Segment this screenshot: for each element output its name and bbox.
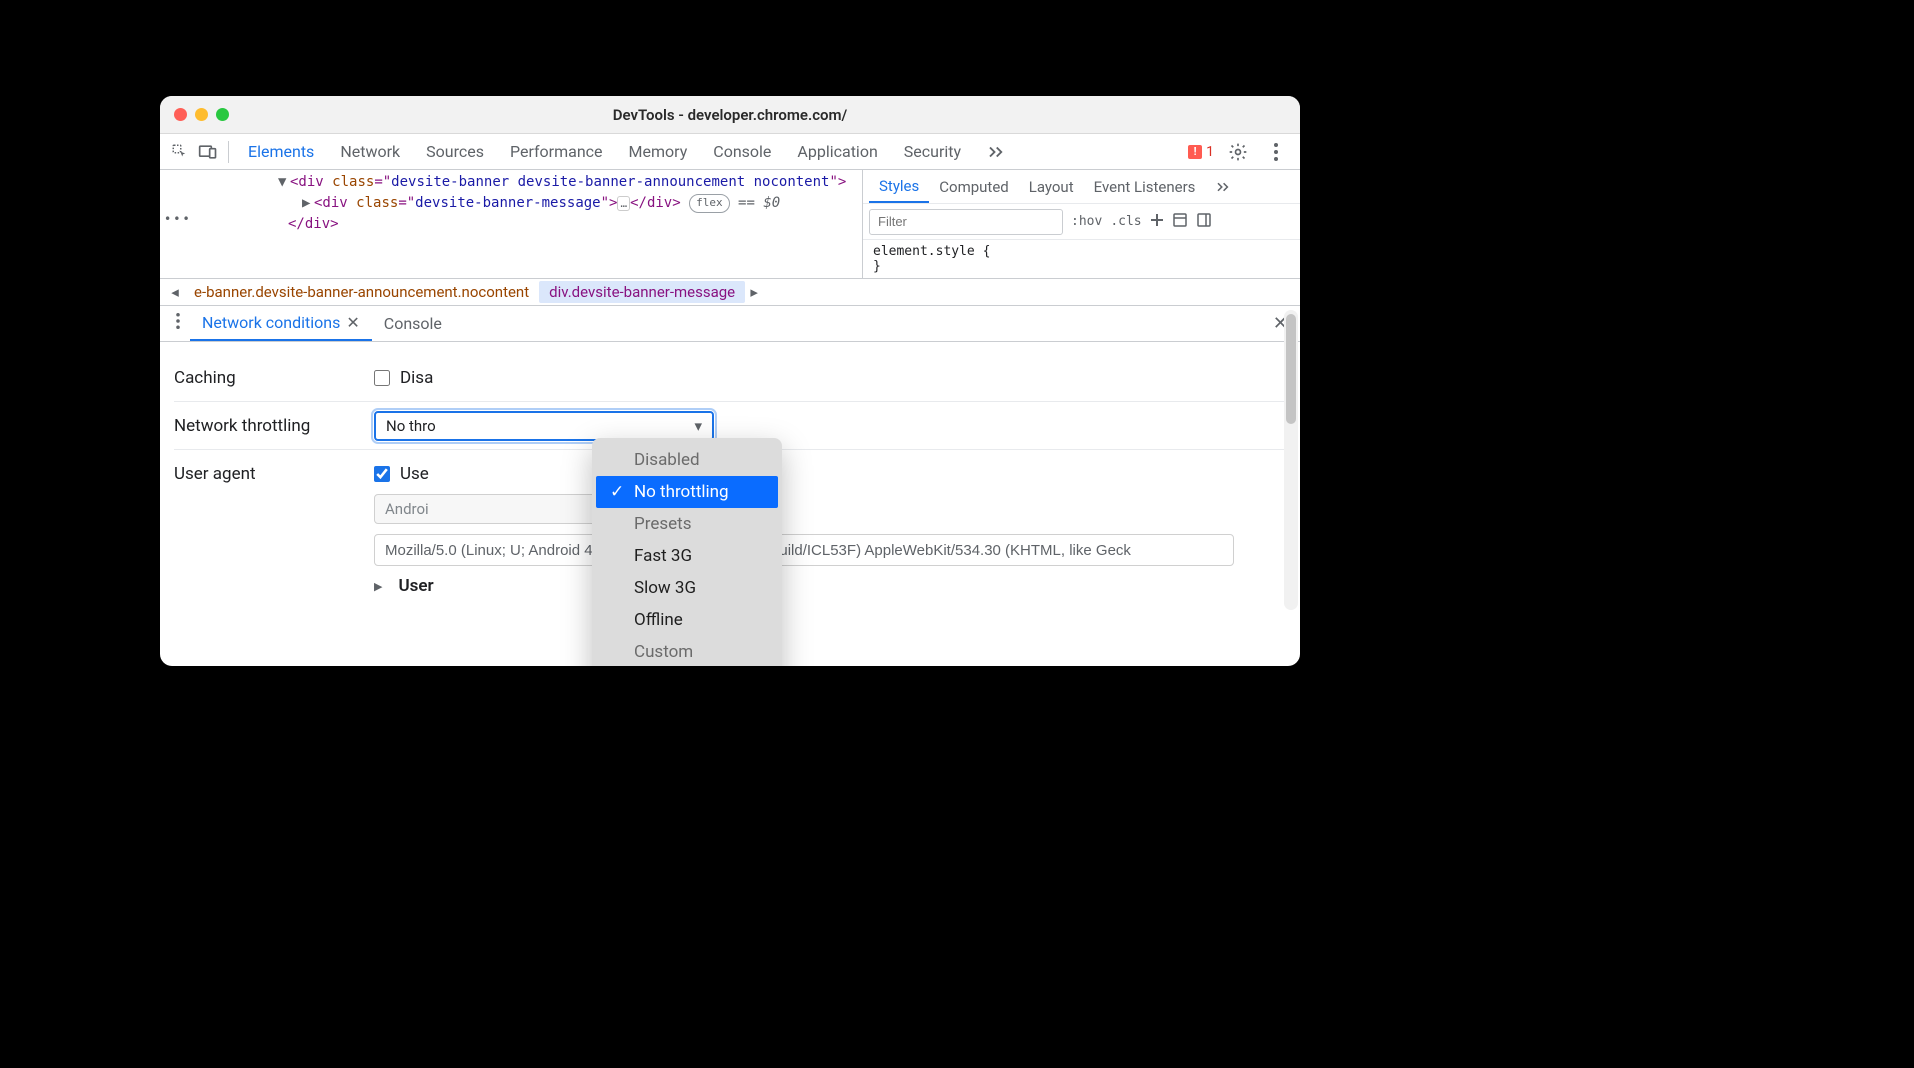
styles-rules[interactable]: element.style { } — [863, 240, 1300, 278]
drawer-tab-network-conditions[interactable]: Network conditions ✕ — [190, 306, 372, 341]
styles-tab-layout[interactable]: Layout — [1019, 170, 1084, 203]
tab-application[interactable]: Application — [784, 134, 890, 169]
styles-filter-input[interactable] — [869, 209, 1063, 235]
drawer-tab-console[interactable]: Console — [372, 306, 454, 341]
rule-close: } — [873, 259, 1290, 274]
drawer-tabs: Network conditions ✕ Console ✕ — [160, 306, 1300, 342]
toggle-sidebar-icon[interactable] — [1196, 212, 1212, 232]
styles-tabs-overflow-icon[interactable] — [1205, 170, 1241, 203]
dropdown-item-offline[interactable]: Offline — [592, 604, 782, 636]
main-panels: ••• ▼<div class="devsite-banner devsite-… — [160, 170, 1300, 278]
tab-sources[interactable]: Sources — [413, 134, 497, 169]
rule-open: element.style { — [873, 244, 1290, 259]
dropdown-item-no-throttling[interactable]: ✓ No throttling — [596, 476, 778, 508]
styles-tab-styles[interactable]: Styles — [869, 170, 929, 203]
throttling-label: Network throttling — [174, 416, 374, 436]
dropdown-header-custom: Custom — [592, 636, 782, 666]
scrollbar-thumb[interactable] — [1286, 314, 1296, 424]
tab-network[interactable]: Network — [327, 134, 413, 169]
window-maximize-button[interactable] — [216, 108, 229, 121]
drawer-scrollbar[interactable] — [1284, 310, 1298, 610]
hov-toggle[interactable]: :hov — [1071, 214, 1102, 229]
selected-line-marker: ••• — [164, 210, 192, 228]
client-hints-label[interactable]: User — [398, 576, 434, 596]
styles-filter-row: :hov .cls — [863, 204, 1300, 240]
flex-badge[interactable]: flex — [689, 194, 730, 213]
tab-memory[interactable]: Memory — [616, 134, 701, 169]
ua-preset-value-left: Androi — [385, 500, 439, 518]
caching-row: Caching Disa — [174, 354, 1286, 402]
cls-toggle[interactable]: .cls — [1110, 214, 1141, 229]
use-browser-default-checkbox[interactable] — [374, 466, 390, 482]
dropdown-item-label: No throttling — [634, 482, 729, 502]
window-close-button[interactable] — [174, 108, 187, 121]
new-style-rule-icon[interactable] — [1150, 213, 1164, 231]
elements-tree[interactable]: ••• ▼<div class="devsite-banner devsite-… — [160, 170, 862, 278]
use-browser-default-label: Use — [400, 464, 430, 484]
caching-label: Caching — [174, 368, 374, 388]
error-icon: ! — [1188, 145, 1202, 159]
selected-var: == $0 — [738, 195, 780, 211]
traffic-lights — [174, 108, 229, 121]
window-titlebar: DevTools - developer.chrome.com/ — [160, 96, 1300, 134]
main-tabs: Elements Network Sources Performance Mem… — [235, 134, 1018, 169]
settings-gear-icon[interactable] — [1224, 138, 1252, 166]
close-tab-icon[interactable]: ✕ — [346, 313, 359, 332]
tab-performance[interactable]: Performance — [497, 134, 616, 169]
disable-cache-checkbox[interactable] — [374, 370, 390, 386]
throttling-select[interactable]: No thro ▾ — [374, 411, 714, 441]
more-menu-icon[interactable] — [1262, 138, 1290, 166]
drawer-tab-label: Network conditions — [202, 313, 340, 332]
dropdown-header-disabled: Disabled — [592, 444, 782, 476]
dropdown-header-presets: Presets — [592, 508, 782, 540]
error-count: 1 — [1206, 144, 1214, 160]
computed-styles-icon[interactable] — [1172, 212, 1188, 232]
devtools-window: DevTools - developer.chrome.com/ Element… — [160, 96, 1300, 666]
devtools-toolbar: Elements Network Sources Performance Mem… — [160, 134, 1300, 170]
styles-tab-computed[interactable]: Computed — [929, 170, 1019, 203]
checkmark-icon: ✓ — [610, 482, 624, 502]
tabs-overflow-icon[interactable] — [974, 134, 1018, 169]
drawer-more-icon[interactable] — [166, 313, 190, 334]
code-line-1[interactable]: ▼<div class="devsite-banner devsite-bann… — [160, 172, 862, 193]
code-line-2[interactable]: ▶<div class="devsite-banner-message">…</… — [160, 193, 862, 214]
tab-console[interactable]: Console — [700, 134, 784, 169]
ellipsis-expand-icon[interactable]: … — [617, 196, 630, 211]
breadcrumb-segment-2[interactable]: div.devsite-banner-message — [539, 281, 745, 303]
toolbar-right: ! 1 — [1188, 138, 1300, 166]
user-agent-label: User agent — [174, 464, 374, 484]
disable-cache-label: Disa — [400, 368, 440, 388]
breadcrumb-next-icon[interactable]: ▸ — [745, 283, 763, 301]
inspect-element-icon[interactable] — [166, 138, 194, 166]
device-toolbar-icon[interactable] — [194, 138, 222, 166]
expand-triangle-icon[interactable]: ▶ — [374, 580, 382, 593]
breadcrumb-segment-1[interactable]: e-banner.devsite-banner-announcement.noc… — [184, 281, 539, 303]
elements-breadcrumb: ◂ e-banner.devsite-banner-announcement.n… — [160, 278, 1300, 306]
breadcrumb-prev-icon[interactable]: ◂ — [166, 283, 184, 301]
window-minimize-button[interactable] — [195, 108, 208, 121]
collapse-triangle-icon[interactable]: ▼ — [278, 172, 290, 193]
tab-security[interactable]: Security — [891, 134, 974, 169]
tab-elements[interactable]: Elements — [235, 134, 327, 169]
styles-tab-event-listeners[interactable]: Event Listeners — [1084, 170, 1206, 203]
dropdown-item-slow-3g[interactable]: Slow 3G — [592, 572, 782, 604]
user-agent-string-input[interactable] — [374, 534, 1234, 566]
code-line-3[interactable]: </div> — [160, 214, 862, 235]
styles-tabs: Styles Computed Layout Event Listeners — [863, 170, 1300, 204]
toolbar-separator — [228, 141, 229, 163]
window-title: DevTools - developer.chrome.com/ — [160, 106, 1300, 124]
styles-panel: Styles Computed Layout Event Listeners :… — [862, 170, 1300, 278]
expand-triangle-icon[interactable]: ▶ — [302, 193, 314, 214]
throttling-select-value: No thro — [386, 417, 446, 435]
error-count-badge[interactable]: ! 1 — [1188, 144, 1214, 160]
throttling-dropdown: Disabled ✓ No throttling Presets Fast 3G… — [592, 438, 782, 666]
chevron-down-icon: ▾ — [694, 417, 702, 435]
dropdown-item-fast-3g[interactable]: Fast 3G — [592, 540, 782, 572]
